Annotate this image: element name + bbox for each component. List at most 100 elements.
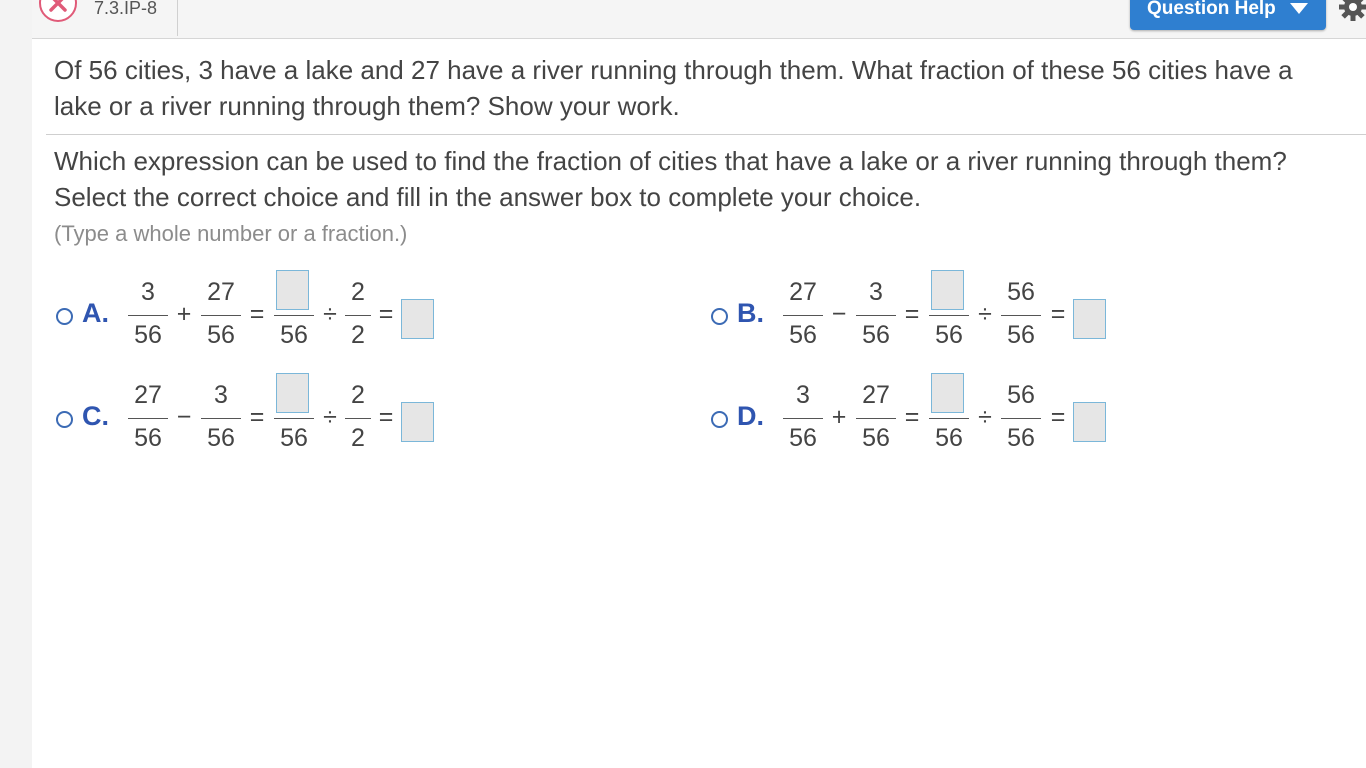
equals-sign: = [378,300,394,328]
numerator: 27 [862,381,890,409]
fraction-bar [345,418,371,419]
question-text: Of 56 cities, 3 have a lake and 27 have … [54,55,1293,121]
operator: − [831,300,847,328]
fraction: 3 56 [201,371,241,461]
fraction: 56 [929,371,969,461]
numerator: 3 [869,278,883,306]
equals-sign: = [904,403,920,431]
hint-text: (Type a whole number or a fraction.) [54,221,408,246]
denominator: 56 [134,424,162,452]
divide-sign: ÷ [323,300,337,328]
fraction: 56 [274,371,314,461]
operator: − [176,403,192,431]
numerator: 56 [1007,381,1035,409]
fraction: 2 2 [345,268,371,358]
fraction: 3 56 [128,268,168,358]
numerator-answer-box[interactable] [931,270,964,310]
operator: + [831,403,847,431]
choice-a-radio[interactable] [56,308,73,325]
fraction-bar [274,418,314,419]
choice-b-radio[interactable] [711,308,728,325]
section-divider [46,134,1366,135]
numerator: 2 [351,381,365,409]
equals-sign: = [249,300,265,328]
choice-c-radio[interactable] [56,411,73,428]
divider [177,0,178,36]
fraction-bar [201,418,241,419]
denominator: 2 [351,321,365,349]
fraction-bar [929,418,969,419]
equals-sign: = [378,403,394,431]
equals-sign: = [904,300,920,328]
denominator: 56 [862,424,890,452]
instruction-text: Which expression can be used to find the… [54,146,1287,212]
numerator: 3 [796,381,810,409]
fraction-bar [783,315,823,316]
numerator: 27 [134,381,162,409]
numerator: 3 [141,278,155,306]
question-id: 7.3.IP-8 [94,0,158,18]
choice-letter: C. [82,401,109,431]
denominator: 56 [862,321,890,349]
choice-letter: B. [737,298,764,328]
numerator: 3 [214,381,228,409]
choice-letter: A. [82,298,109,328]
fraction-bar [128,315,168,316]
denominator: 56 [207,321,235,349]
fraction-bar [274,315,314,316]
choice-d-radio[interactable] [711,411,728,428]
question-help-label: Question Help [1147,0,1276,19]
divide-sign: ÷ [323,403,337,431]
divide-sign: ÷ [978,300,992,328]
denominator: 56 [280,424,308,452]
numerator: 27 [207,278,235,306]
answer-box[interactable] [1073,299,1106,339]
fraction: 27 56 [856,371,896,461]
equals-sign: = [249,403,265,431]
question-help-button[interactable]: Question Help [1130,0,1326,30]
operator: + [176,300,192,328]
fraction: 3 56 [783,371,823,461]
fraction: 27 56 [128,371,168,461]
denominator: 56 [134,321,162,349]
fraction: 56 56 [1001,268,1041,358]
denominator: 56 [789,424,817,452]
numerator: 2 [351,278,365,306]
fraction: 56 [274,268,314,358]
fraction-bar [929,315,969,316]
fraction-bar [345,315,371,316]
denominator: 56 [935,424,963,452]
denominator: 56 [1007,424,1035,452]
caret-down-icon [1290,3,1308,14]
answer-box[interactable] [401,402,434,442]
numerator: 27 [789,278,817,306]
equals-sign: = [1050,300,1066,328]
fraction-bar [1001,418,1041,419]
top-bar: 7.3.IP-8 Question Help [32,0,1366,39]
denominator: 2 [351,424,365,452]
fraction: 3 56 [856,268,896,358]
fraction-bar [1001,315,1041,316]
numerator-answer-box[interactable] [276,270,309,310]
gear-icon[interactable] [1338,0,1366,22]
answer-box[interactable] [1073,402,1106,442]
divide-sign: ÷ [978,403,992,431]
numerator-answer-box[interactable] [931,373,964,413]
fraction: 56 56 [1001,371,1041,461]
denominator: 56 [280,321,308,349]
fraction: 2 2 [345,371,371,461]
answer-box[interactable] [401,299,434,339]
fraction-bar [783,418,823,419]
denominator: 56 [789,321,817,349]
fraction: 27 56 [201,268,241,358]
numerator: 56 [1007,278,1035,306]
denominator: 56 [207,424,235,452]
equals-sign: = [1050,403,1066,431]
fraction-bar [856,315,896,316]
denominator: 56 [935,321,963,349]
close-icon[interactable] [39,0,77,22]
fraction-bar [128,418,168,419]
numerator-answer-box[interactable] [276,373,309,413]
choice-letter: D. [737,401,764,431]
fraction: 56 [929,268,969,358]
